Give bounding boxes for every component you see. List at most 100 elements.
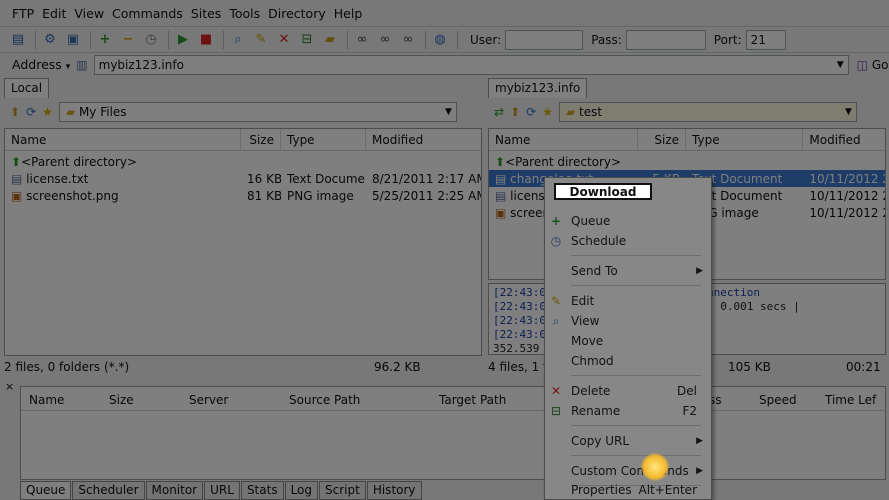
- parent-arrow-icon: ⬆: [495, 154, 506, 169]
- menu-view[interactable]: View: [74, 6, 104, 21]
- bookmark-star-icon[interactable]: ★: [42, 105, 53, 119]
- local-path-select[interactable]: ▰ My Files ▼: [58, 102, 457, 122]
- tab-log[interactable]: Log: [284, 481, 319, 500]
- menu-item-download[interactable]: Download: [554, 183, 652, 200]
- table-row[interactable]: ▤ license.txt 16 KB Text Document 8/21/2…: [5, 170, 481, 187]
- menu-item-label: Properties: [571, 483, 632, 497]
- menu-directory[interactable]: Directory: [268, 6, 326, 21]
- menu-item-queue[interactable]: + Queue: [545, 211, 711, 231]
- address-input[interactable]: mybiz123.info ▼: [93, 54, 849, 75]
- menu-tools[interactable]: Tools: [229, 6, 260, 21]
- column-header-size[interactable]: Size: [241, 129, 281, 150]
- bookmark-star-icon[interactable]: ★: [542, 105, 553, 119]
- column-header-name[interactable]: Name: [489, 129, 639, 150]
- column-header-speed[interactable]: Speed: [751, 393, 817, 407]
- menu-item-copy-url[interactable]: Copy URL ▶: [545, 431, 711, 451]
- toolbar: ▤ ⚙ ▣ + − ◷ ▶ ■ ⌕ ✎ ✕ ⊟ ▰ ∞ ∞ ∞ ◍ User: …: [0, 26, 889, 52]
- dropdown-icon[interactable]: ▼: [837, 60, 844, 70]
- delete-icon[interactable]: ✕: [274, 30, 294, 50]
- menu-item-move[interactable]: Move: [545, 331, 711, 351]
- globe-icon[interactable]: ◍: [430, 30, 450, 50]
- menu-item-label: Send To: [571, 264, 618, 278]
- port-input[interactable]: 21: [745, 29, 786, 50]
- search-icon[interactable]: ⌕: [228, 30, 248, 50]
- table-row[interactable]: ⬆<Parent directory>: [5, 153, 481, 170]
- tab-history[interactable]: History: [366, 481, 422, 500]
- menu-sites[interactable]: Sites: [191, 6, 222, 21]
- tab-stats[interactable]: Stats: [240, 481, 284, 500]
- table-row[interactable]: ⬆<Parent directory>: [489, 153, 885, 170]
- menu-item-custom-commands[interactable]: Custom Commands ▶: [545, 461, 711, 481]
- remote-list-header: Name Size Type Modified: [489, 129, 885, 151]
- rename-icon[interactable]: ⊟: [297, 30, 317, 50]
- column-header-size[interactable]: Size: [638, 129, 687, 150]
- column-header-type[interactable]: Type: [686, 129, 804, 150]
- add-icon[interactable]: +: [95, 30, 115, 50]
- column-header-type[interactable]: Type: [281, 129, 366, 150]
- sync-icon[interactable]: ⇄: [494, 105, 504, 119]
- menu-ftp[interactable]: FTP: [12, 6, 34, 21]
- column-header-time-left[interactable]: Time Lef: [817, 393, 877, 407]
- binoculars-icon[interactable]: ∞: [352, 30, 372, 50]
- tab-monitor[interactable]: Monitor: [145, 481, 204, 500]
- tab-scheduler[interactable]: Scheduler: [72, 481, 145, 500]
- menu-item-label: View: [571, 314, 600, 328]
- menu-item-edit[interactable]: ✎ Edit: [545, 291, 711, 311]
- menu-item-send-to[interactable]: Send To ▶: [545, 261, 711, 281]
- remote-path-select[interactable]: ▰ test ▼: [558, 102, 857, 122]
- site-manager-icon[interactable]: ▤: [8, 30, 28, 50]
- dropdown-icon[interactable]: ▼: [445, 107, 452, 117]
- pass-input[interactable]: [625, 29, 706, 50]
- refresh-icon[interactable]: ⟳: [26, 105, 36, 119]
- binoculars-icon[interactable]: ∞: [375, 30, 395, 50]
- column-header-name[interactable]: Name: [5, 129, 241, 150]
- tab-local[interactable]: Local: [4, 78, 50, 98]
- column-header-name[interactable]: Name: [21, 393, 101, 407]
- menu-commands[interactable]: Commands: [112, 6, 183, 21]
- toolbar-separator: [223, 30, 224, 49]
- local-file-list: Name Size Type Modified ⬆<Parent directo…: [4, 128, 482, 356]
- go-button[interactable]: ◫ Go: [857, 58, 889, 72]
- binoculars-icon[interactable]: ∞: [398, 30, 418, 50]
- bottom-tabs: Queue Scheduler Monitor URL Stats Log Sc…: [20, 481, 423, 500]
- tab-script[interactable]: Script: [319, 481, 366, 500]
- tab-remote-site[interactable]: mybiz123.info: [488, 78, 588, 98]
- up-folder-icon[interactable]: ⬆: [510, 105, 520, 119]
- column-header-modified[interactable]: Modified: [803, 129, 885, 150]
- column-header-source-path[interactable]: Source Path: [281, 393, 431, 407]
- address-bar: Address ▾ ▥ mybiz123.info ▼ ◫ Go: [0, 52, 889, 76]
- menu-help[interactable]: Help: [334, 6, 363, 21]
- menu-item-schedule[interactable]: ◷ Schedule: [545, 231, 711, 251]
- new-folder-icon[interactable]: ▰: [320, 30, 340, 50]
- stop-icon[interactable]: ■: [196, 30, 216, 50]
- address-button[interactable]: Address ▾: [0, 57, 76, 72]
- menu-item-delete[interactable]: ✕ Delete Del: [545, 381, 711, 401]
- column-header-modified[interactable]: Modified: [366, 129, 481, 150]
- file-size: 16 KB: [247, 171, 281, 186]
- column-header-server[interactable]: Server: [181, 393, 281, 407]
- pencil-icon: ✎: [550, 294, 562, 308]
- pencil-icon[interactable]: ✎: [251, 30, 271, 50]
- menu-item-chmod[interactable]: Chmod: [545, 351, 711, 371]
- remove-icon[interactable]: −: [118, 30, 138, 50]
- file-name: <Parent directory>: [505, 154, 622, 169]
- tab-queue[interactable]: Queue: [20, 481, 72, 500]
- play-icon[interactable]: ▶: [173, 30, 193, 50]
- table-row[interactable]: ▣ screenshot.png 81 KB PNG image 5/25/20…: [5, 187, 481, 204]
- menu-edit[interactable]: Edit: [42, 6, 66, 21]
- window-icon[interactable]: ▣: [63, 30, 83, 50]
- toolbar-separator: [457, 30, 458, 49]
- refresh-icon[interactable]: ⟳: [526, 105, 536, 119]
- up-folder-icon[interactable]: ⬆: [10, 105, 20, 119]
- server-icon: ▥: [76, 57, 88, 72]
- menu-item-properties[interactable]: Properties Alt+Enter: [545, 481, 711, 499]
- menu-item-view[interactable]: ⌕ View: [545, 311, 711, 331]
- dropdown-icon[interactable]: ▼: [845, 107, 852, 117]
- refresh-icon[interactable]: ◷: [141, 30, 161, 50]
- user-input[interactable]: [505, 29, 584, 50]
- menu-item-rename[interactable]: ⊟ Rename F2: [545, 401, 711, 421]
- column-header-size[interactable]: Size: [101, 393, 181, 407]
- tab-url[interactable]: URL: [204, 481, 240, 500]
- close-icon[interactable]: ×: [5, 380, 14, 393]
- settings-icon[interactable]: ⚙: [40, 30, 60, 50]
